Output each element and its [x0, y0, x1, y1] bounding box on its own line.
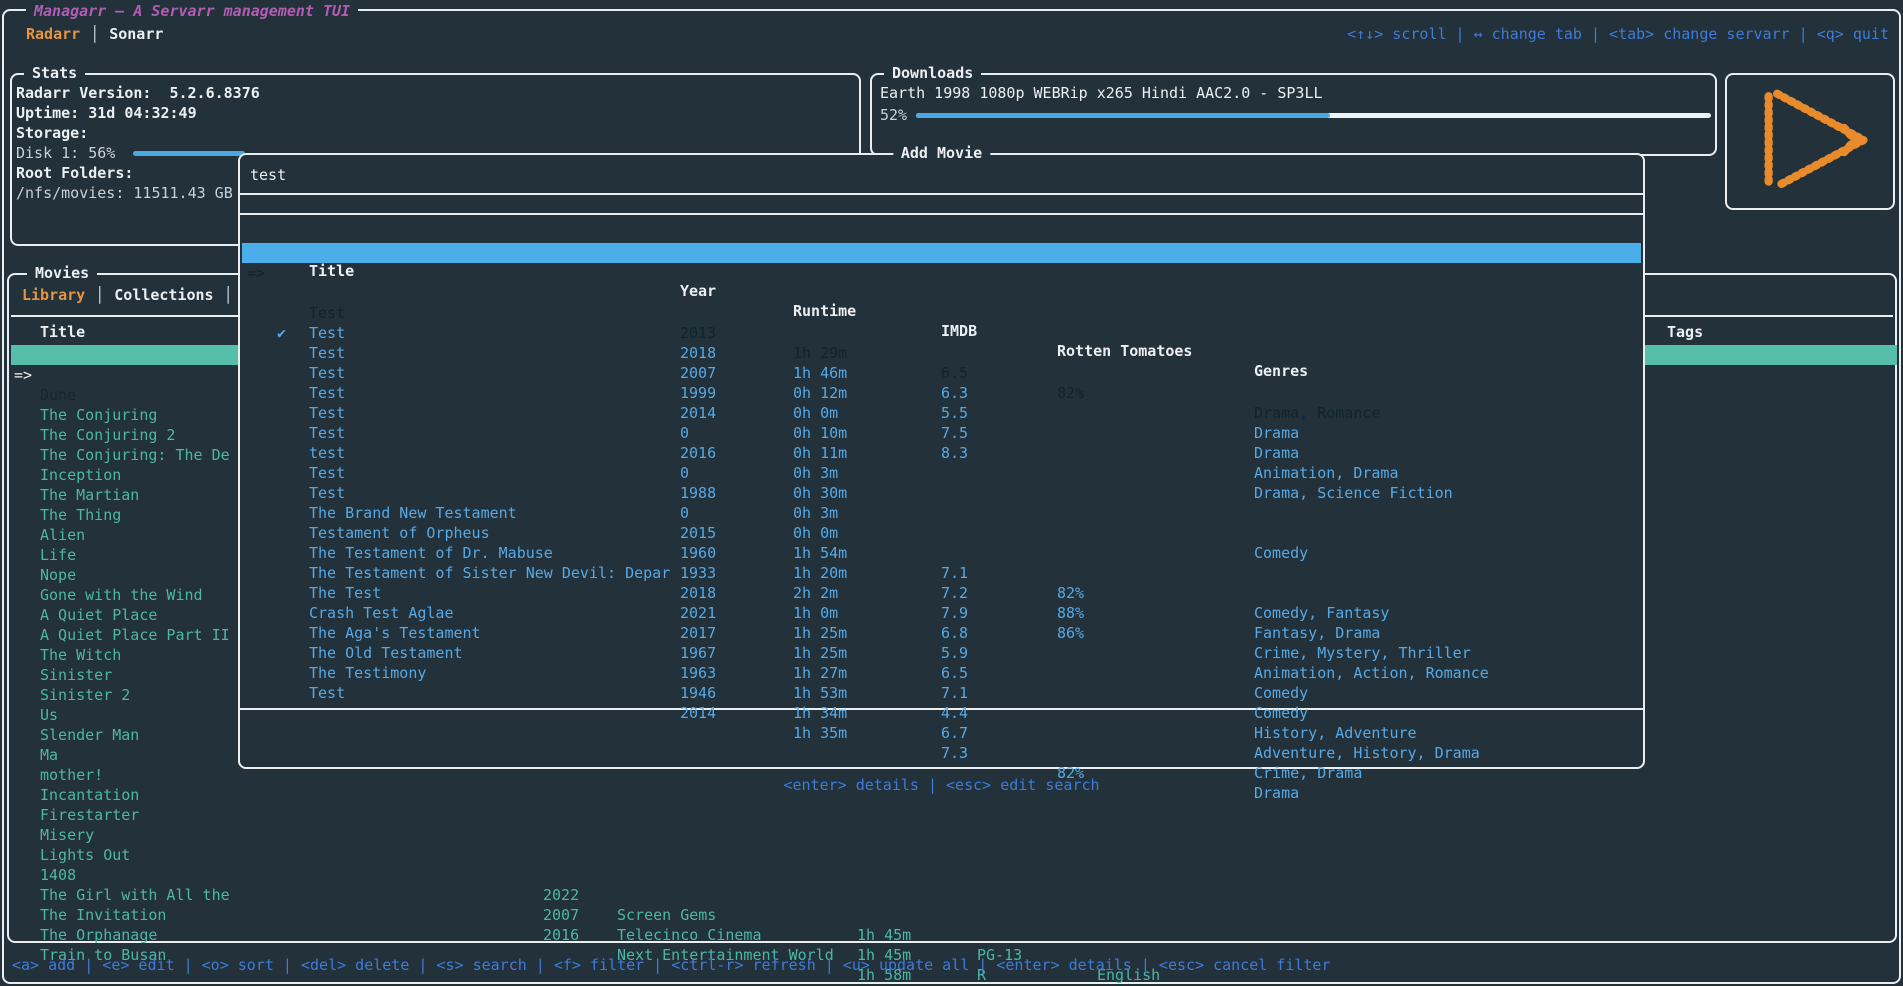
tab-collections[interactable]: Collections — [114, 286, 213, 304]
search-result-row[interactable]: The Aga's Testament 1967 1h 27m 7.1 Hist… — [242, 563, 1641, 583]
downloads-panel-title: Downloads — [884, 63, 981, 83]
result-genres: Comedy — [1254, 703, 1308, 723]
tab-radarr[interactable]: Radarr — [26, 25, 80, 43]
library-movie-row[interactable]: The Girl with All the — [11, 845, 1897, 865]
bottom-keybindings: <a> add | <e> edit | <o> sort | <del> de… — [12, 955, 1331, 975]
movie-runtime: 1h 45m — [857, 925, 911, 945]
search-result-row[interactable]: Test 2018 1h 46m 6.3 Drama — [242, 263, 1641, 283]
search-result-row[interactable]: The Brand New Testament 2015 1h 54m 7.1 … — [242, 443, 1641, 463]
managarr-screen: Managarr – A Servarr management TUI Rada… — [0, 0, 1903, 986]
movies-tabs: Library│Collections│ — [22, 285, 243, 305]
download-progress-line: 52% — [880, 105, 1711, 125]
search-result-row[interactable]: test 0 0h 30m Comedy — [242, 383, 1641, 403]
download-percent: 52% — [880, 106, 907, 124]
movie-studio: Telecinco Cinema — [617, 925, 762, 945]
uptime-line: Uptime: 31d 04:32:49 — [16, 103, 855, 123]
result-imdb-rating: 4.4 — [941, 703, 968, 723]
result-imdb-rating: 6.7 — [941, 723, 968, 743]
top-keybindings: <↑↓> scroll | ↔ change tab | <tab> chang… — [1347, 24, 1889, 44]
logo-panel — [1725, 73, 1895, 210]
search-input[interactable]: test — [250, 165, 286, 185]
search-result-row[interactable]: Test 1999 0h 0m 7.5 Animation, Drama — [242, 303, 1641, 323]
search-result-row[interactable]: => Test 2013 1h 29m 6.5 82% Drama, Roman… — [242, 243, 1641, 263]
search-result-row[interactable]: Testament of Orpheus 1960 1h 20m 7.2 88%… — [242, 463, 1641, 483]
search-result-row[interactable]: Crash Test Aglae 2017 1h 25m 6.5 Comedy — [242, 543, 1641, 563]
disk-percent: 56% — [88, 144, 115, 162]
result-year: 1967 — [680, 643, 716, 663]
column-header-title: Title — [40, 322, 85, 342]
movie-year: 2016 — [543, 925, 579, 945]
search-result-row[interactable]: Test 0 0h 11m — [242, 343, 1641, 363]
result-genres: Crime, Drama — [1254, 763, 1362, 783]
search-input-divider — [240, 193, 1643, 195]
popup-keybindings: <enter> details | <esc> edit search — [238, 775, 1645, 795]
add-movie-title: Add Movie — [893, 143, 990, 163]
search-result-row[interactable]: Test 2016 0h 3m — [242, 363, 1641, 383]
servarr-tabs: Radarr│Sonarr — [26, 24, 163, 44]
result-genres: Animation, Action, Romance — [1254, 663, 1489, 683]
search-results-list: => Test 2013 1h 29m 6.5 82% Drama, Roman… — [242, 243, 1641, 643]
result-imdb-rating: 7.3 — [941, 743, 968, 763]
search-result-row[interactable]: The Testimony 1946 1h 34m 6.7 Crime, Dra… — [242, 603, 1641, 623]
search-result-row[interactable]: Test 1988 0h 3m — [242, 403, 1641, 423]
library-row-details: 2016 Next Entertainment World 1h 58m NR … — [9, 905, 1895, 925]
search-result-row[interactable]: Test 2014 1h 35m 7.3 82% Drama — [242, 623, 1641, 643]
result-runtime: 1h 34m — [793, 703, 847, 723]
download-progress-bar — [916, 113, 1711, 118]
result-runtime: 1h 27m — [793, 663, 847, 683]
result-imdb-rating: 6.5 — [941, 663, 968, 683]
results-table-top-border — [240, 213, 1643, 215]
library-row-details: 2007 Telecinco Cinema 1h 45m R Spanish 0… — [9, 885, 1895, 905]
downloads-panel: Downloads Earth 1998 1080p WEBRip x265 H… — [870, 73, 1717, 156]
result-genres: Crime, Mystery, Thriller — [1254, 643, 1471, 663]
result-imdb-rating: 7.1 — [941, 683, 968, 703]
search-result-row[interactable]: Test 0 0h 0m — [242, 423, 1641, 443]
search-result-row[interactable]: The Testament of Dr. Mabuse 1933 2h 2m 7… — [242, 483, 1641, 503]
tab-sonarr[interactable]: Sonarr — [109, 25, 163, 43]
result-year: 1963 — [680, 663, 716, 683]
tab-separator: │ — [85, 286, 114, 304]
result-rotten-tomatoes: 82% — [1057, 763, 1084, 783]
managarr-logo — [1737, 79, 1883, 201]
result-year: 2014 — [680, 703, 716, 723]
result-runtime: 1h 25m — [793, 643, 847, 663]
tab-library[interactable]: Library — [22, 286, 85, 304]
radarr-version-line: Radarr Version:5.2.6.8376 — [16, 83, 855, 103]
result-year: 1946 — [680, 683, 716, 703]
movies-panel-title: Movies — [27, 263, 97, 283]
tab-separator: │ — [80, 25, 109, 43]
result-runtime: 1h 53m — [793, 683, 847, 703]
result-genres: Comedy — [1254, 683, 1308, 703]
library-movie-row[interactable]: 1408 — [11, 825, 1897, 845]
app-title: Managarr – A Servarr management TUI — [26, 1, 358, 21]
uptime-value: 31d 04:32:49 — [88, 104, 196, 122]
stats-panel-title: Stats — [24, 63, 85, 83]
result-runtime: 1h 35m — [793, 723, 847, 743]
library-row-details: 2022 Screen Gems 1h 45m PG-13 English 1.… — [9, 865, 1895, 885]
storage-label: Storage: — [16, 123, 855, 143]
search-result-row[interactable]: The Old Testament 1963 1h 53m 4.4 Advent… — [242, 583, 1641, 603]
disk-usage-bar — [133, 151, 245, 156]
search-result-row[interactable]: ✔ Test 2007 0h 12m 5.5 Drama — [242, 283, 1641, 303]
column-header-tags: Tags — [1667, 322, 1703, 342]
result-imdb-rating: 5.9 — [941, 643, 968, 663]
library-row-details-layer: 2022 Screen Gems 1h 45m PG-13 English 1.… — [9, 865, 1895, 925]
search-result-row[interactable]: Test 2014 0h 10m 8.3 Drama, Science Fict… — [242, 323, 1641, 343]
add-movie-popup: Add Movie test ✔ Title Year Runtime IMDB… — [238, 153, 1645, 769]
search-result-row[interactable]: The Test 2021 1h 25m 5.9 Comedy — [242, 523, 1641, 543]
result-genres: Adventure, History, Drama — [1254, 743, 1480, 763]
radarr-version-value: 5.2.6.8376 — [169, 84, 259, 102]
download-item-name: Earth 1998 1080p WEBRip x265 Hindi AAC2.… — [880, 83, 1323, 103]
result-genres: History, Adventure — [1254, 723, 1417, 743]
result-genres: Drama — [1254, 783, 1299, 803]
search-result-row[interactable]: The Testament of Sister New Devil: Depar… — [242, 503, 1641, 523]
result-title: Test — [309, 683, 345, 703]
